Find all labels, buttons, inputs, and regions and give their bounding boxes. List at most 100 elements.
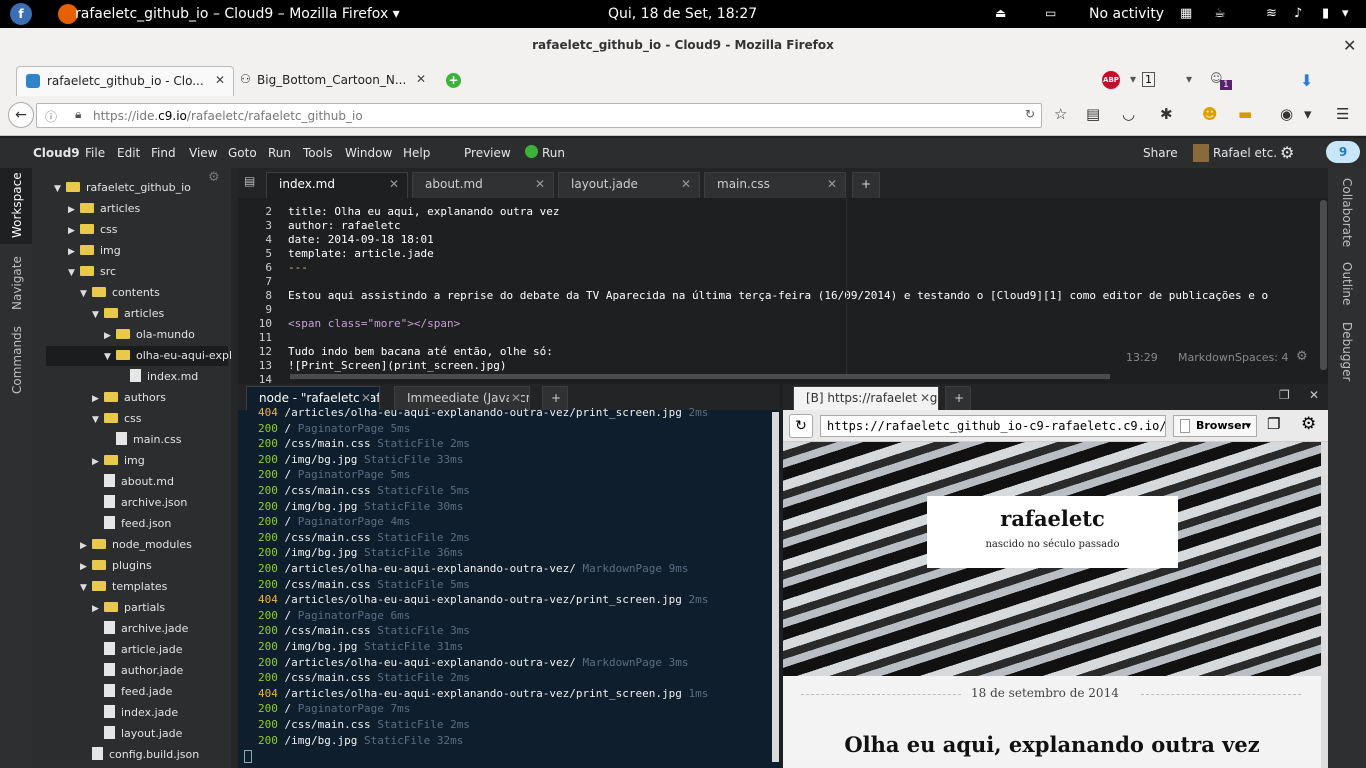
tree-folder[interactable]: ▶ ola-mundo	[104, 325, 195, 345]
preview-url-field[interactable]: https://rafaeletc_github_io-c9-rafaeletc…	[820, 415, 1166, 437]
tree-scrollbar[interactable]	[231, 168, 238, 768]
tree-file[interactable]: author.jade	[92, 661, 183, 681]
close-window-icon[interactable]: ✕	[1343, 36, 1356, 55]
fedora-logo-icon[interactable]: f	[10, 3, 32, 25]
editor-settings-gear-icon[interactable]: ⚙	[1296, 349, 1308, 364]
dropdown-icon[interactable]: ▾	[1186, 72, 1192, 86]
close-icon[interactable]: ✕	[681, 173, 691, 195]
chevron-down-icon[interactable]: ▼	[68, 263, 80, 283]
tab-layout-jade[interactable]: layout.jade ✕	[558, 172, 700, 198]
refresh-button[interactable]: ↻	[789, 414, 813, 438]
chevron-right-icon[interactable]: ▶	[104, 326, 116, 346]
menu-file[interactable]: File	[85, 146, 105, 160]
puzzle-icon[interactable]: ✱	[1160, 105, 1173, 123]
code-line[interactable]: Tudo indo bem bacana até então, olhe só:	[288, 345, 553, 358]
preview-button[interactable]: Preview	[464, 146, 511, 160]
code-editor[interactable]: 2 title: Olha eu aqui, explanando outra v…	[238, 198, 1328, 386]
user-name[interactable]: Rafael etc.	[1213, 146, 1277, 160]
close-icon[interactable]: ✕	[535, 173, 545, 195]
close-icon[interactable]: ✕	[917, 387, 930, 409]
close-icon[interactable]: ✕	[827, 173, 837, 195]
counter-icon[interactable]: 1	[1142, 72, 1155, 87]
chevron-down-icon[interactable]: ▼	[80, 284, 92, 304]
coffee-icon[interactable]: ☕	[1214, 6, 1226, 21]
code-line[interactable]: template: article.jade	[288, 247, 434, 260]
preview-scrollbar[interactable]	[1321, 442, 1328, 768]
article-title[interactable]: Olha eu aqui, explanando outra vez	[783, 732, 1321, 757]
tree-file[interactable]: archive.jade	[92, 619, 188, 639]
back-button[interactable]: ←	[8, 102, 34, 128]
tab-menu-icon[interactable]: ▤	[244, 174, 255, 188]
code-line[interactable]: ---	[288, 261, 308, 274]
menu-view[interactable]: View	[189, 146, 217, 160]
chevron-right-icon[interactable]: ▶	[68, 200, 80, 220]
terminal-output[interactable]: 404 /articles/olha-eu-aqui-explanando-ou…	[238, 406, 780, 768]
chevron-right-icon[interactable]: ▶	[68, 242, 80, 262]
tree-folder[interactable]: ▶ plugins	[80, 556, 152, 576]
chevron-down-icon[interactable]: ▾	[1342, 6, 1349, 21]
rail-commands[interactable]: Commands	[10, 326, 24, 394]
menu-find[interactable]: Find	[151, 146, 176, 160]
chevron-right-icon[interactable]: ▶	[92, 452, 104, 472]
dropdown-icon[interactable]: ▾	[1304, 105, 1312, 123]
add-preview-tab-button[interactable]: +	[945, 386, 971, 410]
clock[interactable]: Qui, 18 de Set, 18:27	[608, 6, 757, 22]
chevron-down-icon[interactable]: ▼	[80, 578, 92, 598]
horizontal-scrollbar[interactable]	[290, 374, 1110, 379]
menu-window[interactable]: Window	[345, 146, 392, 160]
chevron-down-icon[interactable]: ▼	[54, 179, 66, 199]
rail-collaborate[interactable]: Collaborate	[1340, 178, 1354, 247]
abp-icon[interactable]: ABP	[1102, 71, 1120, 89]
tree-folder[interactable]: ▶ img	[68, 241, 121, 261]
code-line[interactable]: title: Olha eu aqui, explanando outra ve…	[288, 205, 560, 218]
menu-edit[interactable]: Edit	[117, 146, 140, 160]
tree-file[interactable]: layout.jade	[92, 724, 182, 744]
code-line[interactable]: <span class="more"></span>	[288, 317, 460, 330]
tree-folder[interactable]: ▶ img	[92, 451, 145, 471]
menu-goto[interactable]: Goto	[228, 146, 257, 160]
new-tab-button[interactable]: +	[446, 73, 461, 88]
editor-scrollbar[interactable]	[1320, 200, 1327, 370]
tree-file[interactable]: main.css	[104, 430, 182, 450]
bookmark-star-icon[interactable]: ☆	[1054, 105, 1067, 123]
run-play-icon[interactable]	[525, 145, 538, 158]
tab-preview[interactable]: [B] https://rafaeletc_g ✕	[793, 386, 939, 410]
ff-tab-active[interactable]: rafaeletc_github_io - Clo... ✕	[16, 66, 234, 96]
eject-icon[interactable]: ⏏	[995, 6, 1006, 20]
add-tab-button[interactable]: +	[852, 172, 880, 198]
app-menu-title[interactable]: rafaeletc_github_io – Cloud9 – Mozilla F…	[75, 6, 400, 22]
hamburger-menu-icon[interactable]: ☰	[1336, 105, 1349, 123]
rail-debugger[interactable]: Debugger	[1340, 322, 1354, 381]
tree-file[interactable]: feed.json	[92, 514, 171, 534]
wifi-icon[interactable]: ≋	[1266, 6, 1277, 21]
browser-select[interactable]: Browser ▾	[1173, 415, 1257, 437]
tree-folder[interactable]: ▶ node_modules	[80, 535, 192, 555]
code-line[interactable]: author: rafaeletc	[288, 219, 401, 232]
menu-help[interactable]: Help	[403, 146, 430, 160]
tree-file[interactable]: article.jade	[92, 640, 183, 660]
tree-folder[interactable]: ▶ authors	[92, 388, 166, 408]
rail-workspace[interactable]: Workspace	[10, 172, 24, 238]
tree-folder[interactable]: ▼ templates	[80, 577, 167, 597]
site-title[interactable]: rafaeletc	[927, 506, 1178, 531]
url-bar[interactable]: ⓘ 🔒︎ https://ide.c9.io/rafaeletc/rafaele…	[36, 103, 1042, 128]
cloud9-logo-icon[interactable]: 9	[1326, 141, 1360, 163]
tree-folder[interactable]: ▼ olha-eu-aqui-expla	[46, 346, 239, 366]
tree-folder[interactable]: ▼ css	[92, 409, 142, 429]
chevron-right-icon[interactable]: ▶	[80, 536, 92, 556]
tree-file[interactable]: archive.json	[92, 493, 187, 513]
tree-file[interactable]: config.build.json	[80, 745, 199, 765]
code-line[interactable]: ![Print_Screen](print_screen.jpg)	[288, 359, 507, 372]
chevron-down-icon[interactable]: ▼	[92, 410, 104, 430]
reading-list-icon[interactable]: ▤	[1086, 105, 1100, 123]
gear-icon[interactable]: ⚙	[1280, 143, 1294, 162]
preview-settings-gear-icon[interactable]: ⚙	[1301, 414, 1316, 434]
tree-file[interactable]: feed.jade	[92, 682, 172, 702]
color-wheel-icon[interactable]: ◉	[1280, 105, 1293, 123]
tree-file[interactable]: index.jade	[92, 703, 178, 723]
language-mode[interactable]: Markdown	[1178, 351, 1235, 364]
chevron-right-icon[interactable]: ▶	[92, 599, 104, 619]
tree-folder[interactable]: ▶ css	[68, 220, 118, 240]
tab-index-md[interactable]: index.md ✕	[266, 172, 408, 198]
tree-folder[interactable]: ▼ rafaeletc_github_io	[54, 178, 191, 198]
